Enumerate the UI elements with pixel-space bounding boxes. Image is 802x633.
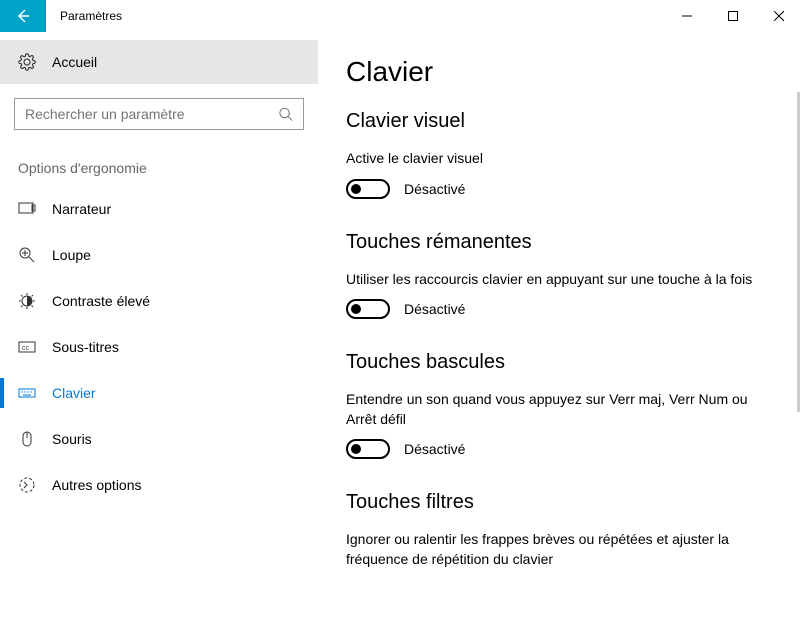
sidebar-item-soustitres[interactable]: cc Sous-titres — [0, 324, 318, 370]
titlebar: Paramètres — [0, 0, 802, 32]
sidebar-item-label: Narrateur — [52, 201, 111, 217]
svg-text:cc: cc — [22, 345, 30, 352]
search-icon — [278, 106, 293, 122]
sidebar-item-narrateur[interactable]: Narrateur — [0, 186, 318, 232]
section-desc: Ignorer ou ralentir les frappes brèves o… — [346, 530, 774, 569]
toggle-touches-remanentes[interactable] — [346, 299, 390, 319]
sidebar: Accueil Options d'ergonomie Narrateur Lo… — [0, 32, 318, 633]
sidebar-item-label: Contraste élevé — [52, 293, 150, 309]
content-area: Clavier Clavier visuel Active le clavier… — [318, 32, 802, 633]
minimize-button[interactable] — [664, 0, 710, 32]
toggle-label: Désactivé — [404, 441, 465, 457]
magnifier-icon — [18, 246, 36, 264]
maximize-icon — [728, 11, 738, 21]
toggle-label: Désactivé — [404, 301, 465, 317]
search-input[interactable] — [14, 98, 304, 130]
sidebar-item-label: Autres options — [52, 477, 142, 493]
window-controls — [664, 0, 802, 32]
arrow-left-icon — [15, 8, 31, 24]
toggle-touches-bascules[interactable] — [346, 439, 390, 459]
home-label: Accueil — [52, 54, 97, 70]
close-button[interactable] — [756, 0, 802, 32]
section-title: Touches filtres — [346, 491, 774, 514]
contrast-icon — [18, 292, 36, 310]
section-touches-remanentes: Touches rémanentes Utiliser les raccourc… — [346, 231, 774, 320]
narrator-icon — [18, 200, 36, 218]
section-title: Touches bascules — [346, 351, 774, 374]
sidebar-item-contraste[interactable]: Contraste élevé — [0, 278, 318, 324]
section-desc: Active le clavier visuel — [346, 149, 774, 169]
options-icon — [18, 476, 36, 494]
section-touches-bascules: Touches bascules Entendre un son quand v… — [346, 351, 774, 459]
mouse-icon — [18, 430, 36, 448]
home-button[interactable]: Accueil — [0, 40, 318, 84]
page-heading: Clavier — [346, 56, 774, 88]
toggle-label: Désactivé — [404, 181, 465, 197]
maximize-button[interactable] — [710, 0, 756, 32]
search-field[interactable] — [25, 106, 278, 122]
back-button[interactable] — [0, 0, 46, 32]
gear-icon — [18, 53, 36, 71]
sidebar-item-label: Clavier — [52, 385, 96, 401]
keyboard-icon — [18, 384, 36, 402]
category-label: Options d'ergonomie — [18, 160, 318, 176]
section-title: Clavier visuel — [346, 110, 774, 133]
section-touches-filtres: Touches filtres Ignorer ou ralentir les … — [346, 491, 774, 569]
sidebar-item-souris[interactable]: Souris — [0, 416, 318, 462]
minimize-icon — [682, 11, 692, 21]
section-desc: Entendre un son quand vous appuyez sur V… — [346, 390, 774, 429]
toggle-clavier-visuel[interactable] — [346, 179, 390, 199]
close-icon — [774, 11, 784, 21]
scrollbar[interactable] — [797, 92, 800, 412]
section-clavier-visuel: Clavier visuel Active le clavier visuel … — [346, 110, 774, 199]
sidebar-item-label: Sous-titres — [52, 339, 119, 355]
sidebar-item-loupe[interactable]: Loupe — [0, 232, 318, 278]
sidebar-item-clavier[interactable]: Clavier — [0, 370, 318, 416]
captions-icon: cc — [18, 338, 36, 356]
sidebar-item-autres[interactable]: Autres options — [0, 462, 318, 508]
section-title: Touches rémanentes — [346, 231, 774, 254]
sidebar-item-label: Souris — [52, 431, 92, 447]
window-title: Paramètres — [46, 0, 664, 32]
sidebar-item-label: Loupe — [52, 247, 91, 263]
section-desc: Utiliser les raccourcis clavier en appuy… — [346, 270, 774, 290]
